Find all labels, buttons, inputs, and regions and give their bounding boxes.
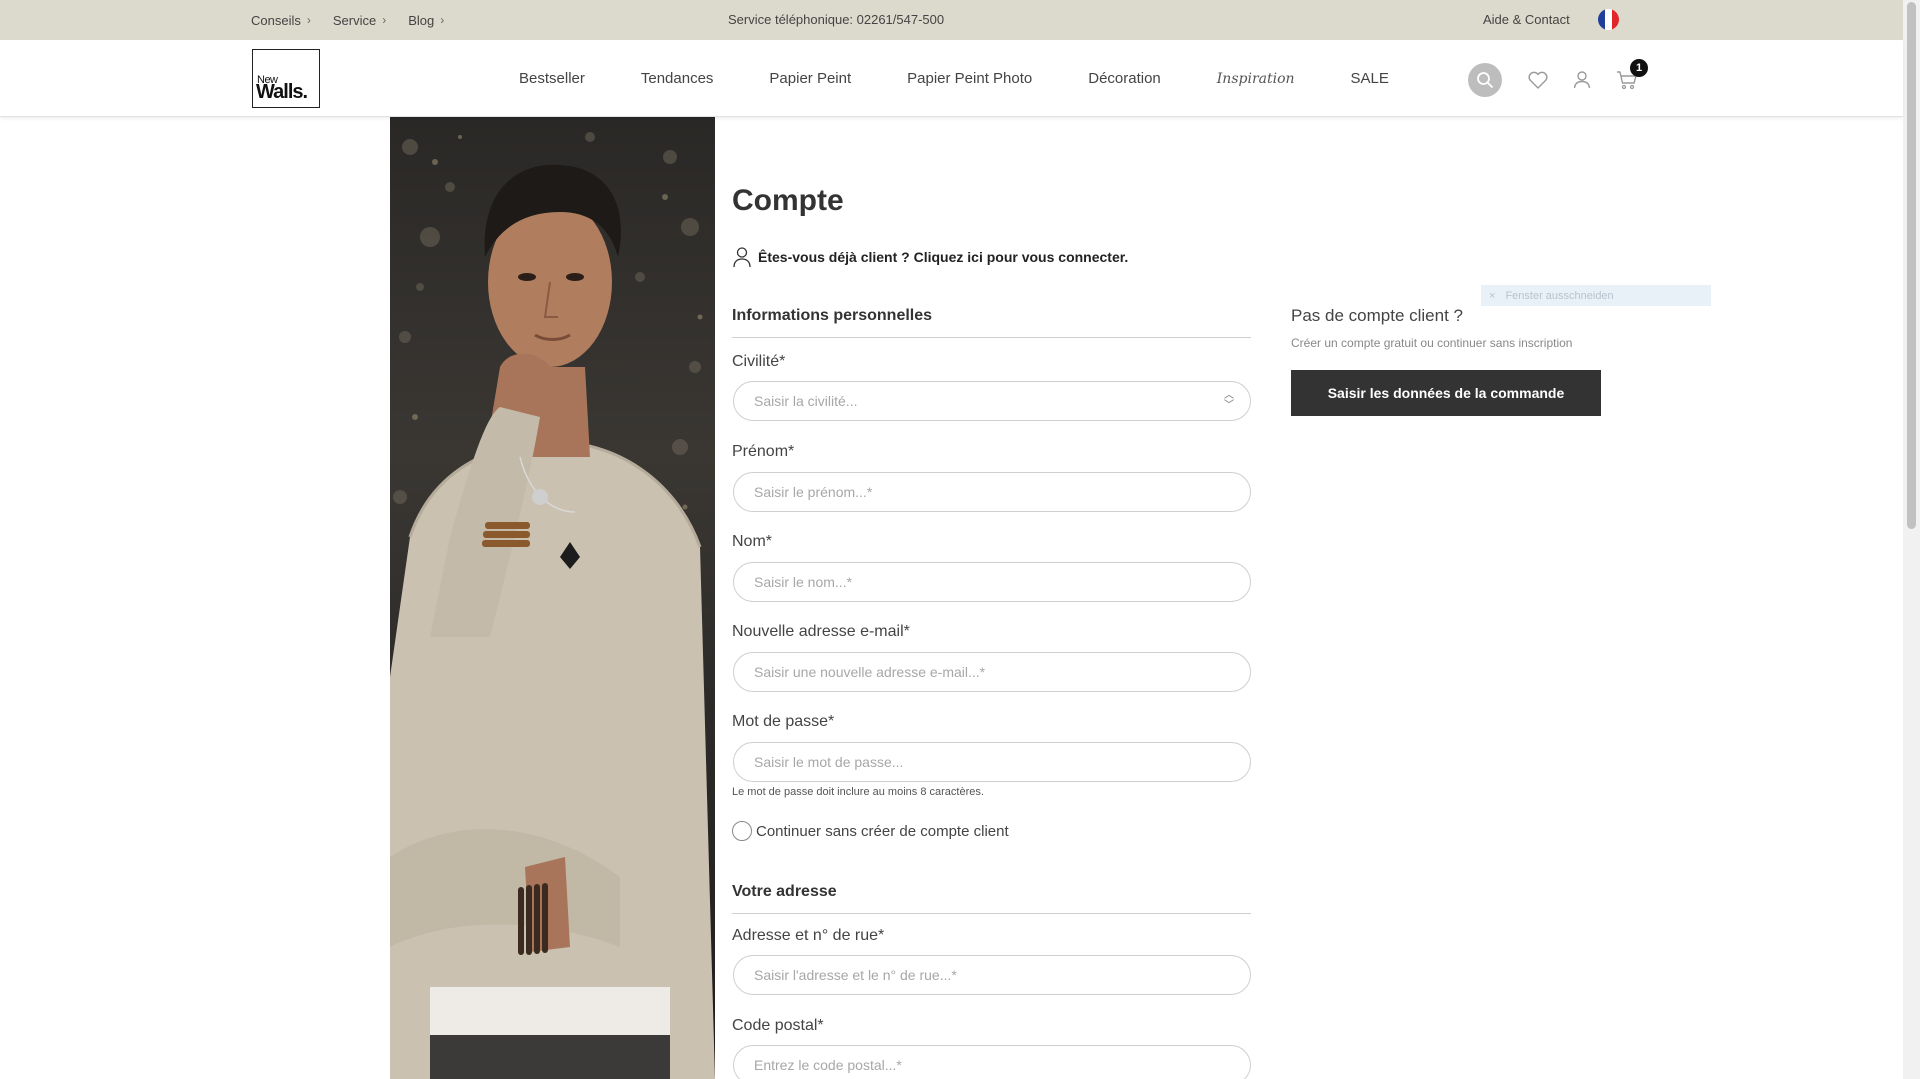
top-link-conseils[interactable]: Conseils ›: [251, 13, 311, 28]
civilite-placeholder: Saisir la civilité...: [754, 393, 858, 409]
no-account-title: Pas de compte client ?: [1291, 306, 1463, 325]
close-icon[interactable]: ×: [1489, 290, 1495, 302]
nav-item-sale[interactable]: SALE: [1351, 70, 1389, 87]
guest-checkbox-label: Continuer sans créer de compte client: [756, 822, 1009, 840]
login-link[interactable]: Êtes-vous déjà client ? Cliquez ici pour…: [732, 246, 1128, 268]
nav-item-papier-peint-photo[interactable]: Papier Peint Photo: [907, 70, 1032, 87]
newwalls-logo[interactable]: New Walls.: [252, 49, 320, 108]
top-link-label: Service: [332, 12, 377, 28]
login-link-label: Êtes-vous déjà client ? Cliquez ici pour…: [758, 249, 1129, 265]
no-account-subtitle: Créer un compte gratuit ou continuer san…: [1291, 336, 1573, 350]
civilite-label: Civilité*: [732, 353, 786, 370]
page-title: Compte: [732, 184, 844, 217]
nav-item-inspiration[interactable]: Inspiration: [1217, 71, 1295, 87]
chevron-right-icon: ›: [306, 13, 311, 27]
top-link-service[interactable]: Service ›: [333, 13, 386, 28]
main-nav: Bestseller Tendances Papier Peint Papier…: [519, 40, 1389, 117]
heart-icon[interactable]: [1526, 68, 1550, 92]
nom-label: Nom*: [732, 533, 773, 550]
main-header: New Walls. Bestseller Tendances Papier P…: [0, 40, 1903, 117]
nav-item-decoration[interactable]: Décoration: [1088, 70, 1161, 87]
phone-info: Service téléphonique: 02261/547-500: [728, 12, 945, 27]
postal-label: Code postal*: [732, 1017, 824, 1034]
nav-item-papier-peint[interactable]: Papier Peint: [769, 70, 851, 87]
nom-input[interactable]: [733, 562, 1251, 602]
page-scrollbar[interactable]: [1903, 0, 1920, 1079]
cart-count-badge: 1: [1630, 59, 1648, 77]
top-link-label: Conseils: [251, 12, 301, 28]
search-icon: [1477, 72, 1493, 88]
scrollbar-thumb[interactable]: [1907, 2, 1916, 529]
address-heading: Votre adresse: [732, 883, 1251, 914]
password-label: Mot de passe*: [732, 713, 835, 730]
chevron-right-icon: ›: [440, 13, 445, 27]
user-icon[interactable]: [1570, 68, 1594, 92]
postal-input[interactable]: [733, 1045, 1251, 1079]
email-input[interactable]: [733, 652, 1251, 692]
clip-window-widget[interactable]: × Fenster ausschneiden: [1481, 285, 1711, 306]
nav-item-bestseller[interactable]: Bestseller: [519, 70, 585, 87]
civilite-select[interactable]: Saisir la civilité... ︿ ﹀: [733, 381, 1251, 421]
logo-text-bottom: Walls.: [256, 81, 308, 103]
enter-order-data-button[interactable]: Saisir les données de la commande: [1291, 370, 1601, 416]
top-bar: Conseils › Service › Blog › Service télé…: [0, 0, 1903, 40]
top-link-label: Blog: [408, 12, 435, 28]
top-links: Conseils › Service › Blog ›: [251, 0, 444, 40]
model-illustration: [390, 132, 715, 1079]
street-input[interactable]: [733, 955, 1251, 995]
select-updown-icon: ︿ ﹀: [1224, 390, 1234, 411]
street-label: Adresse et n° de rue*: [732, 927, 885, 944]
guest-checkbox[interactable]: Continuer sans créer de compte client: [732, 821, 1009, 841]
top-link-blog[interactable]: Blog ›: [408, 13, 444, 28]
password-hint: Le mot de passe doit inclure au moins 8 …: [732, 786, 984, 798]
email-label: Nouvelle adresse e-mail*: [732, 623, 910, 640]
model-photo: [390, 117, 715, 1079]
prenom-label: Prénom*: [732, 443, 795, 460]
search-button[interactable]: [1468, 63, 1502, 97]
password-input[interactable]: [733, 742, 1251, 782]
chevron-right-icon: ›: [382, 13, 387, 27]
help-contact-link[interactable]: Aide & Contact: [1483, 0, 1570, 40]
clip-window-label: Fenster ausschneiden: [1505, 289, 1614, 302]
radio-circle-icon[interactable]: [732, 821, 752, 841]
personal-info-heading: Informations personnelles: [732, 307, 1251, 338]
prenom-input[interactable]: [733, 472, 1251, 512]
flag-france-icon[interactable]: [1598, 9, 1619, 30]
user-icon: [733, 247, 751, 268]
nav-item-tendances[interactable]: Tendances: [641, 70, 714, 87]
